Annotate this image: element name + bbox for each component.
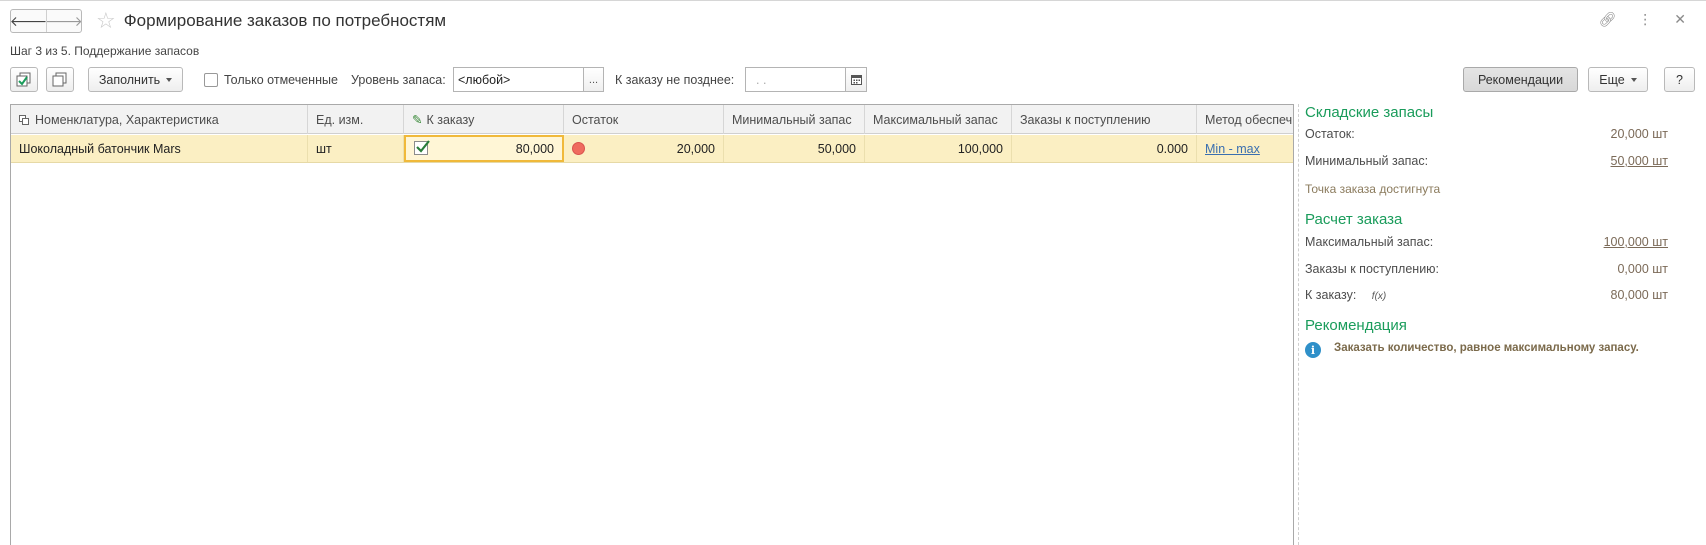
only-marked-checkbox[interactable] [204, 73, 218, 87]
panel-balance-value: 20,000 шт [1610, 127, 1668, 141]
page-title: Формирование заказов по потребностям [123, 11, 447, 30]
calc-header: Расчет заказа [1305, 211, 1403, 228]
ellipsis-icon: ... [588, 73, 599, 86]
cell-unit: шт [308, 135, 404, 162]
table-row[interactable]: Шоколадный батончик Mars шт 80,000 20,00… [11, 135, 1293, 163]
cell-min-stock: 50,000 [724, 135, 865, 162]
col-item-label: Номенклатура, Характеристика [35, 112, 219, 127]
checkmark-icon [416, 140, 430, 153]
back-button[interactable]: 🡐 [10, 10, 48, 32]
status-red-dot-icon [572, 142, 585, 155]
uncheck-all-icon [52, 72, 67, 86]
to-order-checkbox[interactable] [414, 140, 430, 155]
col-balance[interactable]: Остаток [564, 105, 724, 134]
order-by-date-field[interactable]: . . [745, 67, 846, 92]
orders-table[interactable]: Номенклатура, Характеристика Ед. изм. ✎ … [10, 104, 1294, 545]
col-unit[interactable]: Ед. изм. [308, 105, 404, 134]
close-icon[interactable]: ✕ [1674, 11, 1686, 28]
panel-incoming-row: Заказы к поступлению: 0,000 шт [1305, 262, 1668, 278]
nav-buttons: 🡐 🡒 [10, 9, 82, 33]
col-min-stock-label: Минимальный запас [732, 112, 852, 127]
col-method-label: Метод обеспеч [1205, 112, 1293, 127]
balance-value: 20,000 [676, 141, 715, 156]
panel-balance-row: Остаток: 20,000 шт [1305, 127, 1668, 143]
col-item[interactable]: Номенклатура, Характеристика [11, 105, 308, 134]
calendar-button[interactable] [845, 67, 867, 92]
title-bar: 🡐 🡒 ☆ Формирование заказов по потребност… [10, 8, 1696, 34]
panel-balance-label: Остаток: [1305, 127, 1355, 141]
panel-min-label: Минимальный запас: [1305, 154, 1429, 168]
panel-min-value-link[interactable]: 50,000 шт [1611, 154, 1668, 168]
cell-incoming: 0.000 [1012, 135, 1197, 162]
window-controls: 🔗︎ ⋮ ✕ [1598, 11, 1686, 28]
panel-incoming-label: Заказы к поступлению: [1305, 262, 1440, 276]
cell-max-stock: 100,000 [865, 135, 1012, 162]
col-balance-label: Остаток [572, 112, 619, 127]
col-unit-label: Ед. изм. [316, 112, 364, 127]
recommendation-text: Заказать количество, равное максимальном… [1334, 342, 1639, 354]
top-border [0, 0, 1706, 1]
reorder-note: Точка заказа достигнута [1305, 182, 1441, 196]
panel-max-label: Максимальный запас: [1305, 235, 1434, 249]
only-marked-label: Только отмеченные [224, 73, 338, 87]
more-button[interactable]: Еще [1588, 67, 1648, 92]
panel-max-value-link[interactable]: 100,000 шт [1604, 235, 1668, 249]
col-to-order-label: К заказу [426, 112, 475, 127]
recommendations-label: Рекомендации [1477, 72, 1564, 87]
star-icon[interactable]: ☆ [96, 10, 116, 32]
help-icon: ? [1676, 72, 1683, 87]
col-max-stock[interactable]: Максимальный запас [865, 105, 1012, 134]
panel-to-order-row: К заказу: f(x) 80,000 шт [1305, 288, 1668, 304]
fill-button[interactable]: Заполнить [88, 67, 183, 92]
order-by-date-value: . . [756, 72, 767, 87]
pencil-icon: ✎ [412, 113, 423, 127]
cell-to-order[interactable]: 80,000 [404, 135, 564, 162]
forward-button[interactable]: 🡒 [45, 10, 82, 32]
col-to-order[interactable]: ✎ К заказу [404, 105, 564, 134]
col-incoming-label: Заказы к поступлению [1020, 112, 1151, 127]
cell-balance: 20,000 [564, 135, 724, 162]
method-link[interactable]: Min - max [1205, 142, 1260, 156]
table-header: Номенклатура, Характеристика Ед. изм. ✎ … [11, 105, 1293, 134]
recommendations-button[interactable]: Рекомендации [1463, 67, 1578, 92]
panel-max-row: Максимальный запас: 100,000 шт [1305, 235, 1668, 251]
stock-header: Складские запасы [1305, 104, 1434, 121]
hierarchy-icon [19, 114, 29, 125]
to-order-value: 80,000 [515, 141, 554, 156]
formula-icon[interactable]: f(x) [1372, 291, 1386, 302]
fill-button-label: Заполнить [98, 72, 161, 87]
col-max-stock-label: Максимальный запас [873, 112, 998, 127]
arrow-left-icon: 🡐 [10, 12, 48, 29]
order-by-label: К заказу не позднее: [615, 73, 735, 87]
panel-incoming-value: 0,000 шт [1617, 262, 1668, 276]
stock-level-label: Уровень запаса: [351, 73, 446, 87]
arrow-right-icon: 🡒 [45, 12, 82, 29]
help-button[interactable]: ? [1664, 67, 1695, 92]
step-indicator: Шаг 3 из 5. Поддержание запасов [10, 44, 200, 58]
calendar-icon [850, 75, 862, 85]
more-label: Еще [1599, 72, 1625, 87]
panel-splitter[interactable] [1298, 104, 1299, 545]
col-method[interactable]: Метод обеспеч [1197, 105, 1293, 134]
cell-item: Шоколадный батончик Mars [11, 135, 308, 162]
info-icon: i [1305, 342, 1321, 358]
col-incoming[interactable]: Заказы к поступлению [1012, 105, 1197, 134]
col-min-stock[interactable]: Минимальный запас [724, 105, 865, 134]
cell-method: Min - max [1197, 135, 1293, 162]
panel-min-row: Минимальный запас: 50,000 шт [1305, 154, 1668, 170]
toolbar: Заполнить Только отмеченные Уровень запа… [10, 67, 1695, 93]
check-all-button[interactable] [10, 67, 38, 92]
stock-level-select-button[interactable]: ... [583, 67, 604, 92]
rec-header: Рекомендация [1305, 317, 1407, 334]
more-vertical-icon[interactable]: ⋮ [1638, 11, 1652, 28]
panel-to-order-label: К заказу: [1305, 288, 1357, 302]
link-icon[interactable]: 🔗︎ [1598, 11, 1616, 28]
stock-level-value: <любой> [458, 72, 511, 87]
panel-to-order-value: 80,000 шт [1610, 288, 1668, 302]
uncheck-all-button[interactable] [46, 67, 74, 92]
check-all-icon [16, 72, 31, 86]
stock-level-field[interactable]: <любой> [453, 67, 584, 92]
